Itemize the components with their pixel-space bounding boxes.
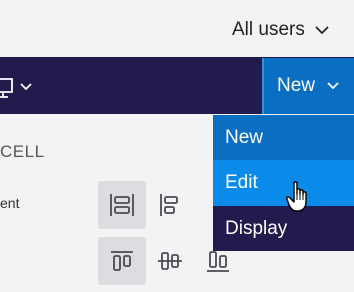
align-middle-button[interactable] [146,237,194,285]
align-left-icon [160,194,178,216]
top-bar: All users [0,0,354,57]
device-selector[interactable] [0,72,32,102]
hand-pointer-icon [286,181,307,212]
align-justify-icon [110,194,134,216]
chevron-down-icon [315,25,329,34]
align-bottom-icon [207,251,229,272]
user-filter-label: All users [232,19,305,40]
align-middle-icon [158,252,182,270]
align-justify-horizontal-button[interactable] [98,181,146,229]
user-filter-dropdown[interactable]: All users [232,16,329,44]
chevron-down-icon [327,82,339,90]
menu-item-display[interactable]: Display [213,206,354,251]
alignment-label: ent [0,195,20,211]
new-button-label: New [277,75,316,96]
section-title: CELL [0,142,45,161]
menu-item-edit[interactable]: Edit [213,160,354,206]
align-top-icon [111,251,133,271]
monitor-icon [0,78,13,98]
align-left-button[interactable] [146,181,194,229]
menu-item-new[interactable]: New [213,115,354,160]
new-button[interactable]: New [262,58,354,114]
new-dropdown-menu: New Edit Display [213,115,354,251]
align-top-button[interactable] [98,237,146,285]
chevron-down-icon [20,83,32,91]
